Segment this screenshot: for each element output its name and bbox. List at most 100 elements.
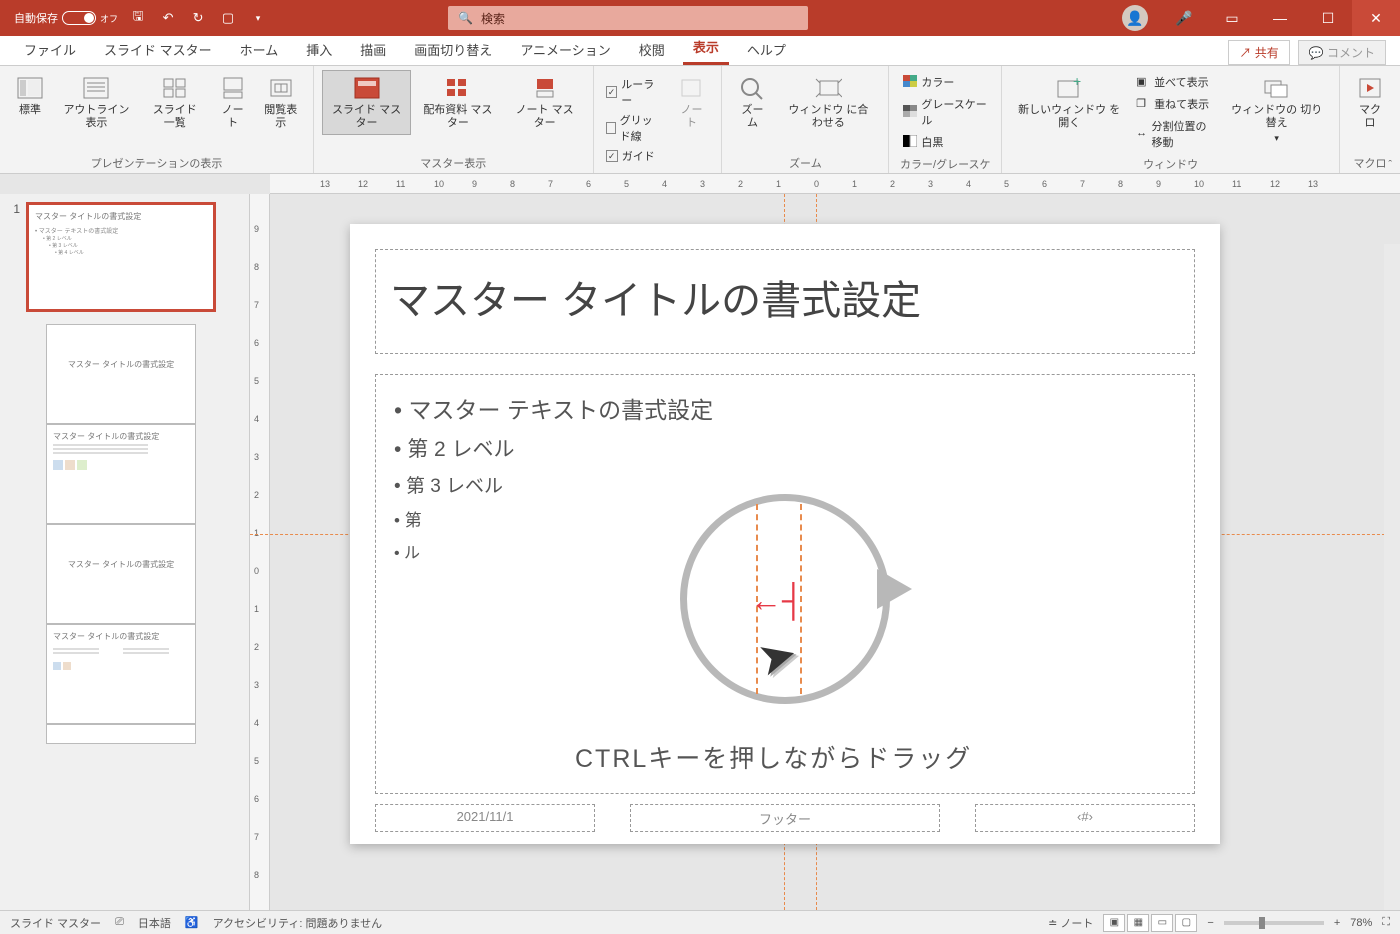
search-placeholder: 検索 bbox=[481, 10, 505, 27]
ruler-tick: 12 bbox=[358, 179, 368, 189]
ribbon-mode-icon[interactable]: ▭ bbox=[1208, 0, 1256, 36]
new-window-button[interactable]: +新しいウィンドウ を開く bbox=[1010, 70, 1128, 135]
guides-checkbox[interactable]: ✓ガイド bbox=[606, 146, 664, 166]
thumbnail-pane[interactable]: 1 マスター タイトルの書式設定 • マスター テキストの書式設定 • 第 2 … bbox=[0, 194, 250, 910]
accessibility-icon[interactable]: ♿ bbox=[185, 916, 199, 929]
master-thumbnail[interactable]: マスター タイトルの書式設定 • マスター テキストの書式設定 • 第 2 レベ… bbox=[26, 202, 216, 312]
autosave-toggle[interactable]: 自動保存 オフ bbox=[14, 10, 118, 26]
tab-transitions[interactable]: 画面切り替え bbox=[404, 34, 502, 65]
reading-view-button[interactable]: 閲覧表示 bbox=[257, 70, 305, 135]
canvas-area[interactable]: 987654321012345678 マスター タイトルの書式設定 マスター テ… bbox=[250, 194, 1400, 910]
tab-animations[interactable]: アニメーション bbox=[510, 34, 620, 65]
collapse-ribbon-icon[interactable]: ˆ bbox=[1388, 159, 1392, 171]
close-button[interactable]: ✕ bbox=[1352, 0, 1400, 36]
slideshow-view-icon[interactable]: ▢ bbox=[1175, 914, 1197, 932]
status-accessibility[interactable]: アクセシビリティ: 問題ありません bbox=[213, 915, 383, 931]
layout-thumbnail-2[interactable]: マスター タイトルの書式設定 bbox=[46, 424, 196, 524]
zoom-button[interactable]: ズーム bbox=[730, 70, 774, 135]
cascade-button[interactable]: ❐重ねて表示 bbox=[1132, 94, 1218, 114]
fit-to-window-icon[interactable]: ⛶ bbox=[1382, 916, 1390, 929]
redo-icon[interactable]: ↻ bbox=[188, 8, 208, 28]
outline-view-button[interactable]: アウトライン 表示 bbox=[54, 70, 139, 135]
vruler-tick: 3 bbox=[254, 452, 259, 462]
group-label: ウィンドウ bbox=[1010, 154, 1331, 172]
slideshow-icon[interactable]: ▢ bbox=[218, 8, 238, 28]
cascade-icon: ❐ bbox=[1136, 97, 1150, 111]
bw-button[interactable]: 白黒 bbox=[899, 132, 991, 152]
sorter-view-icon[interactable]: ▦ bbox=[1127, 914, 1149, 932]
footer-placeholder[interactable]: フッター bbox=[630, 804, 940, 832]
move-split-button[interactable]: ↔分割位置の移動 bbox=[1132, 116, 1218, 152]
zoom-slider[interactable] bbox=[1224, 921, 1324, 925]
mic-icon[interactable]: 🎤 bbox=[1160, 0, 1208, 36]
arrange-all-button[interactable]: ▣並べて表示 bbox=[1132, 72, 1218, 92]
grayscale-icon bbox=[903, 105, 917, 119]
qat-customize-icon[interactable]: ▾ bbox=[248, 8, 268, 28]
share-button[interactable]: ↗ 共有 bbox=[1228, 40, 1289, 65]
normal-view-button[interactable]: 標準 bbox=[8, 70, 52, 122]
group-master-views: スライド マスター 配布資料 マスター ノート マスター マスター表示 bbox=[314, 66, 594, 173]
notes-toggle[interactable]: ≐ ノート bbox=[1048, 915, 1093, 931]
zoom-out-button[interactable]: − bbox=[1207, 917, 1213, 929]
tab-review[interactable]: 校閲 bbox=[629, 34, 675, 65]
normal-view-icon[interactable]: ▣ bbox=[1103, 914, 1125, 932]
tab-home[interactable]: ホーム bbox=[230, 34, 289, 65]
page-number-placeholder[interactable]: ‹#› bbox=[975, 804, 1195, 832]
tab-file[interactable]: ファイル bbox=[14, 34, 86, 65]
zoom-icon bbox=[738, 75, 766, 101]
ribbon: 標準 アウトライン 表示 スライド 一覧 ノー ト 閲覧表示 プレゼンテーション… bbox=[0, 66, 1400, 174]
group-label: マスター表示 bbox=[322, 153, 585, 171]
tab-view[interactable]: 表示 bbox=[683, 31, 729, 65]
view-buttons: ▣ ▦ ▭ ▢ bbox=[1103, 914, 1197, 932]
notes-button[interactable]: ノー ト bbox=[669, 70, 713, 135]
layout-thumbnail-3[interactable]: マスター タイトルの書式設定 bbox=[46, 524, 196, 624]
comment-button[interactable]: 💬 コメント bbox=[1298, 40, 1386, 65]
tab-draw[interactable]: 描画 bbox=[350, 34, 396, 65]
vruler-tick: 8 bbox=[254, 870, 259, 880]
layout-thumbnail-5[interactable] bbox=[46, 724, 196, 744]
chevron-down-icon: ▾ bbox=[1274, 133, 1279, 144]
group-macro: マクロ マクロ bbox=[1340, 66, 1400, 173]
notes-page-button[interactable]: ノー ト bbox=[211, 70, 255, 135]
gridlines-checkbox[interactable]: グリッド線 bbox=[606, 110, 664, 146]
ruler-tick: 6 bbox=[1042, 179, 1047, 189]
vertical-scrollbar[interactable] bbox=[1384, 244, 1400, 910]
layout-thumbnail-4[interactable]: マスター タイトルの書式設定 bbox=[46, 624, 196, 724]
lang-icon[interactable]: ⎚ bbox=[115, 916, 124, 929]
layout-thumbnail-1[interactable]: マスター タイトルの書式設定 bbox=[46, 324, 196, 424]
thumb-number: 1 bbox=[6, 202, 20, 312]
ruler-tick: 10 bbox=[434, 179, 444, 189]
slide-master-button[interactable]: スライド マスター bbox=[322, 70, 411, 135]
ruler-tick: 10 bbox=[1194, 179, 1204, 189]
date-placeholder[interactable]: 2021/11/1 bbox=[375, 804, 595, 832]
title-placeholder[interactable]: マスター タイトルの書式設定 bbox=[375, 249, 1195, 354]
color-button[interactable]: カラー bbox=[899, 72, 991, 92]
reading-view-icon[interactable]: ▭ bbox=[1151, 914, 1173, 932]
reading-icon bbox=[267, 75, 295, 101]
tab-help[interactable]: ヘルプ bbox=[737, 34, 796, 65]
macro-button[interactable]: マクロ bbox=[1348, 70, 1392, 135]
horizontal-ruler[interactable]: 13121110987654321012345678910111213 bbox=[270, 174, 1400, 194]
fit-window-button[interactable]: ウィンドウ に合わせる bbox=[776, 70, 880, 135]
slide-sorter-button[interactable]: スライド 一覧 bbox=[141, 70, 209, 135]
user-avatar[interactable]: 👤 bbox=[1122, 5, 1148, 31]
search-box[interactable]: 🔍 検索 bbox=[448, 6, 808, 30]
minimize-button[interactable]: — bbox=[1256, 0, 1304, 36]
autosave-state: オフ bbox=[100, 12, 118, 25]
switch-window-button[interactable]: ウィンドウの 切り替え▾ bbox=[1222, 70, 1331, 149]
status-lang[interactable]: 日本語 bbox=[138, 915, 171, 931]
vertical-ruler[interactable]: 987654321012345678 bbox=[250, 194, 270, 910]
zoom-level[interactable]: 78% bbox=[1350, 917, 1372, 929]
ruler-checkbox[interactable]: ✓ルーラー bbox=[606, 74, 664, 110]
group-zoom: ズーム ウィンドウ に合わせる ズーム bbox=[722, 66, 889, 173]
save-icon[interactable]: 🖫 bbox=[128, 8, 148, 28]
tab-slide-master[interactable]: スライド マスター bbox=[94, 34, 222, 65]
vruler-tick: 5 bbox=[254, 756, 259, 766]
maximize-button[interactable]: ☐ bbox=[1304, 0, 1352, 36]
zoom-in-button[interactable]: + bbox=[1334, 917, 1340, 929]
notes-master-button[interactable]: ノート マスター bbox=[505, 70, 585, 135]
grayscale-button[interactable]: グレースケール bbox=[899, 94, 991, 130]
tab-insert[interactable]: 挿入 bbox=[296, 34, 342, 65]
undo-icon[interactable]: ↶ bbox=[158, 8, 178, 28]
handout-master-button[interactable]: 配布資料 マスター bbox=[413, 70, 502, 135]
